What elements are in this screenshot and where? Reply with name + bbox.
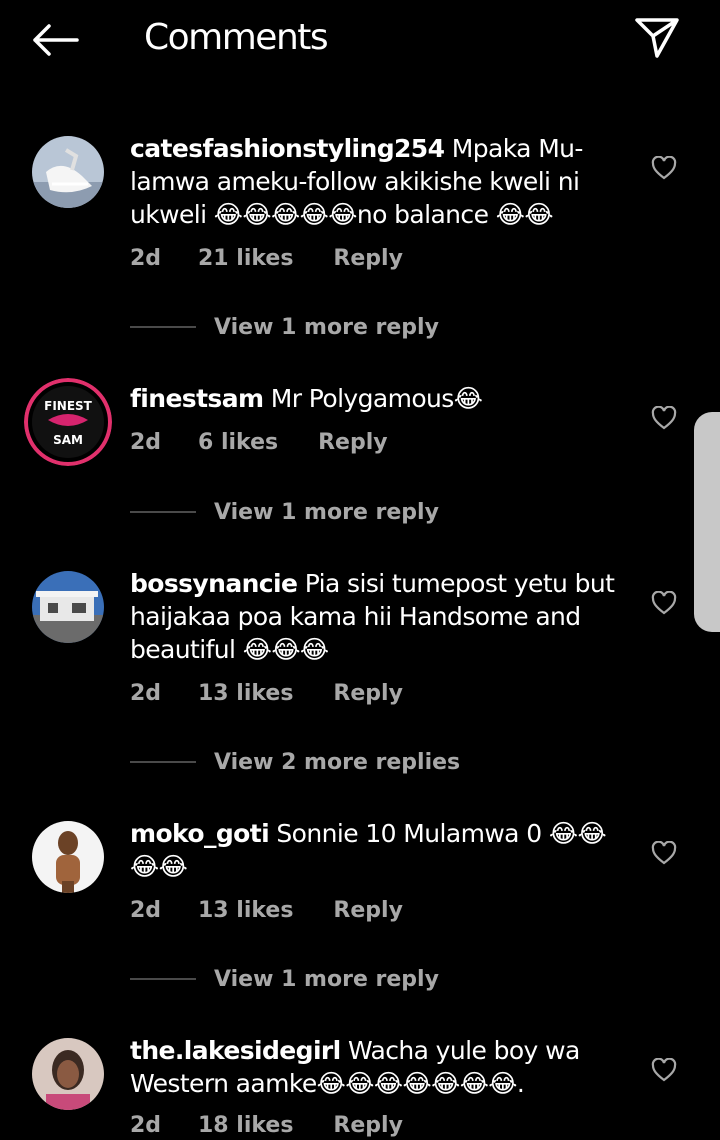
comment-meta: 2d 6 likes Reply <box>130 427 388 457</box>
comment-time: 2d <box>130 1112 162 1138</box>
comment-time: 2d <box>130 897 162 923</box>
replies-divider <box>130 511 196 513</box>
comment-meta: 2d 18 likes Reply <box>130 1110 403 1140</box>
like-button[interactable] <box>650 1056 678 1084</box>
paper-plane-icon <box>635 18 679 58</box>
username-link[interactable]: bossynancie <box>130 569 298 598</box>
username-link[interactable]: catesfashionstyling254 <box>130 134 445 163</box>
comment-text: the.lakesidegirl Wacha yule boy wa Weste… <box>130 1034 620 1100</box>
heart-icon <box>651 156 677 180</box>
comment-likes[interactable]: 18 likes <box>198 1113 293 1138</box>
comment-likes[interactable]: 6 likes <box>198 430 278 455</box>
reply-button[interactable]: Reply <box>333 1113 403 1138</box>
username-link[interactable]: finestsam <box>130 384 264 413</box>
back-button[interactable] <box>30 18 80 62</box>
like-button[interactable] <box>650 589 678 617</box>
comment-text: finestsam Mr Polygamous😂 <box>130 382 620 415</box>
page-title: Comments <box>144 17 329 58</box>
reply-button[interactable]: Reply <box>333 898 403 923</box>
arrow-left-icon <box>33 24 79 56</box>
like-button[interactable] <box>650 404 678 432</box>
avatar[interactable] <box>32 1038 104 1110</box>
reply-button[interactable]: Reply <box>333 681 403 706</box>
username-link[interactable]: moko_goti <box>130 819 270 848</box>
view-replies-label: View 1 more reply <box>214 966 439 992</box>
comment-text: bossynancie Pia sisi tumepost yetu but h… <box>130 567 620 666</box>
like-button[interactable] <box>650 839 678 867</box>
like-button[interactable] <box>650 154 678 182</box>
avatar-text-sam: SAM <box>53 433 83 447</box>
scroll-handle[interactable] <box>694 412 720 632</box>
replies-divider <box>130 978 196 980</box>
avatar[interactable] <box>32 821 104 893</box>
view-replies-button[interactable]: View 1 more reply <box>130 312 439 342</box>
comment-time: 2d <box>130 245 162 271</box>
comment-likes[interactable]: 21 likes <box>198 246 293 271</box>
heart-icon <box>651 406 677 430</box>
view-replies-label: View 1 more reply <box>214 499 439 525</box>
comment-text: moko_goti Sonnie 10 Mulamwa 0 😂😂😂😂 <box>130 817 620 883</box>
heart-icon <box>651 841 677 865</box>
comment-message: Mr Polygamous😂 <box>270 384 483 413</box>
replies-divider <box>130 326 196 328</box>
comment-meta: 2d 13 likes Reply <box>130 895 403 925</box>
send-button[interactable] <box>630 14 684 62</box>
heart-icon <box>651 1058 677 1082</box>
comment-text: catesfashionstyling254 Mpaka Mu-lamwa am… <box>130 132 620 231</box>
reply-button[interactable]: Reply <box>318 430 388 455</box>
comment-meta: 2d 21 likes Reply <box>130 243 403 273</box>
replies-divider <box>130 761 196 763</box>
heart-icon <box>651 591 677 615</box>
view-replies-button[interactable]: View 1 more reply <box>130 497 439 527</box>
view-replies-label: View 2 more replies <box>214 749 461 775</box>
view-replies-label: View 1 more reply <box>214 314 439 340</box>
reply-button[interactable]: Reply <box>333 246 403 271</box>
header: Comments <box>0 0 720 80</box>
avatar[interactable] <box>32 136 104 208</box>
username-link[interactable]: the.lakesidegirl <box>130 1036 341 1065</box>
comment-meta: 2d 13 likes Reply <box>130 678 403 708</box>
avatar[interactable]: FINEST SAM <box>24 378 112 466</box>
comment-time: 2d <box>130 680 162 706</box>
view-replies-button[interactable]: View 2 more replies <box>130 747 460 777</box>
view-replies-button[interactable]: View 1 more reply <box>130 964 439 994</box>
comment-likes[interactable]: 13 likes <box>198 681 293 706</box>
avatar-text-finest: FINEST <box>44 399 93 413</box>
comment-likes[interactable]: 13 likes <box>198 898 293 923</box>
avatar[interactable] <box>32 571 104 643</box>
comment-time: 2d <box>130 429 162 455</box>
